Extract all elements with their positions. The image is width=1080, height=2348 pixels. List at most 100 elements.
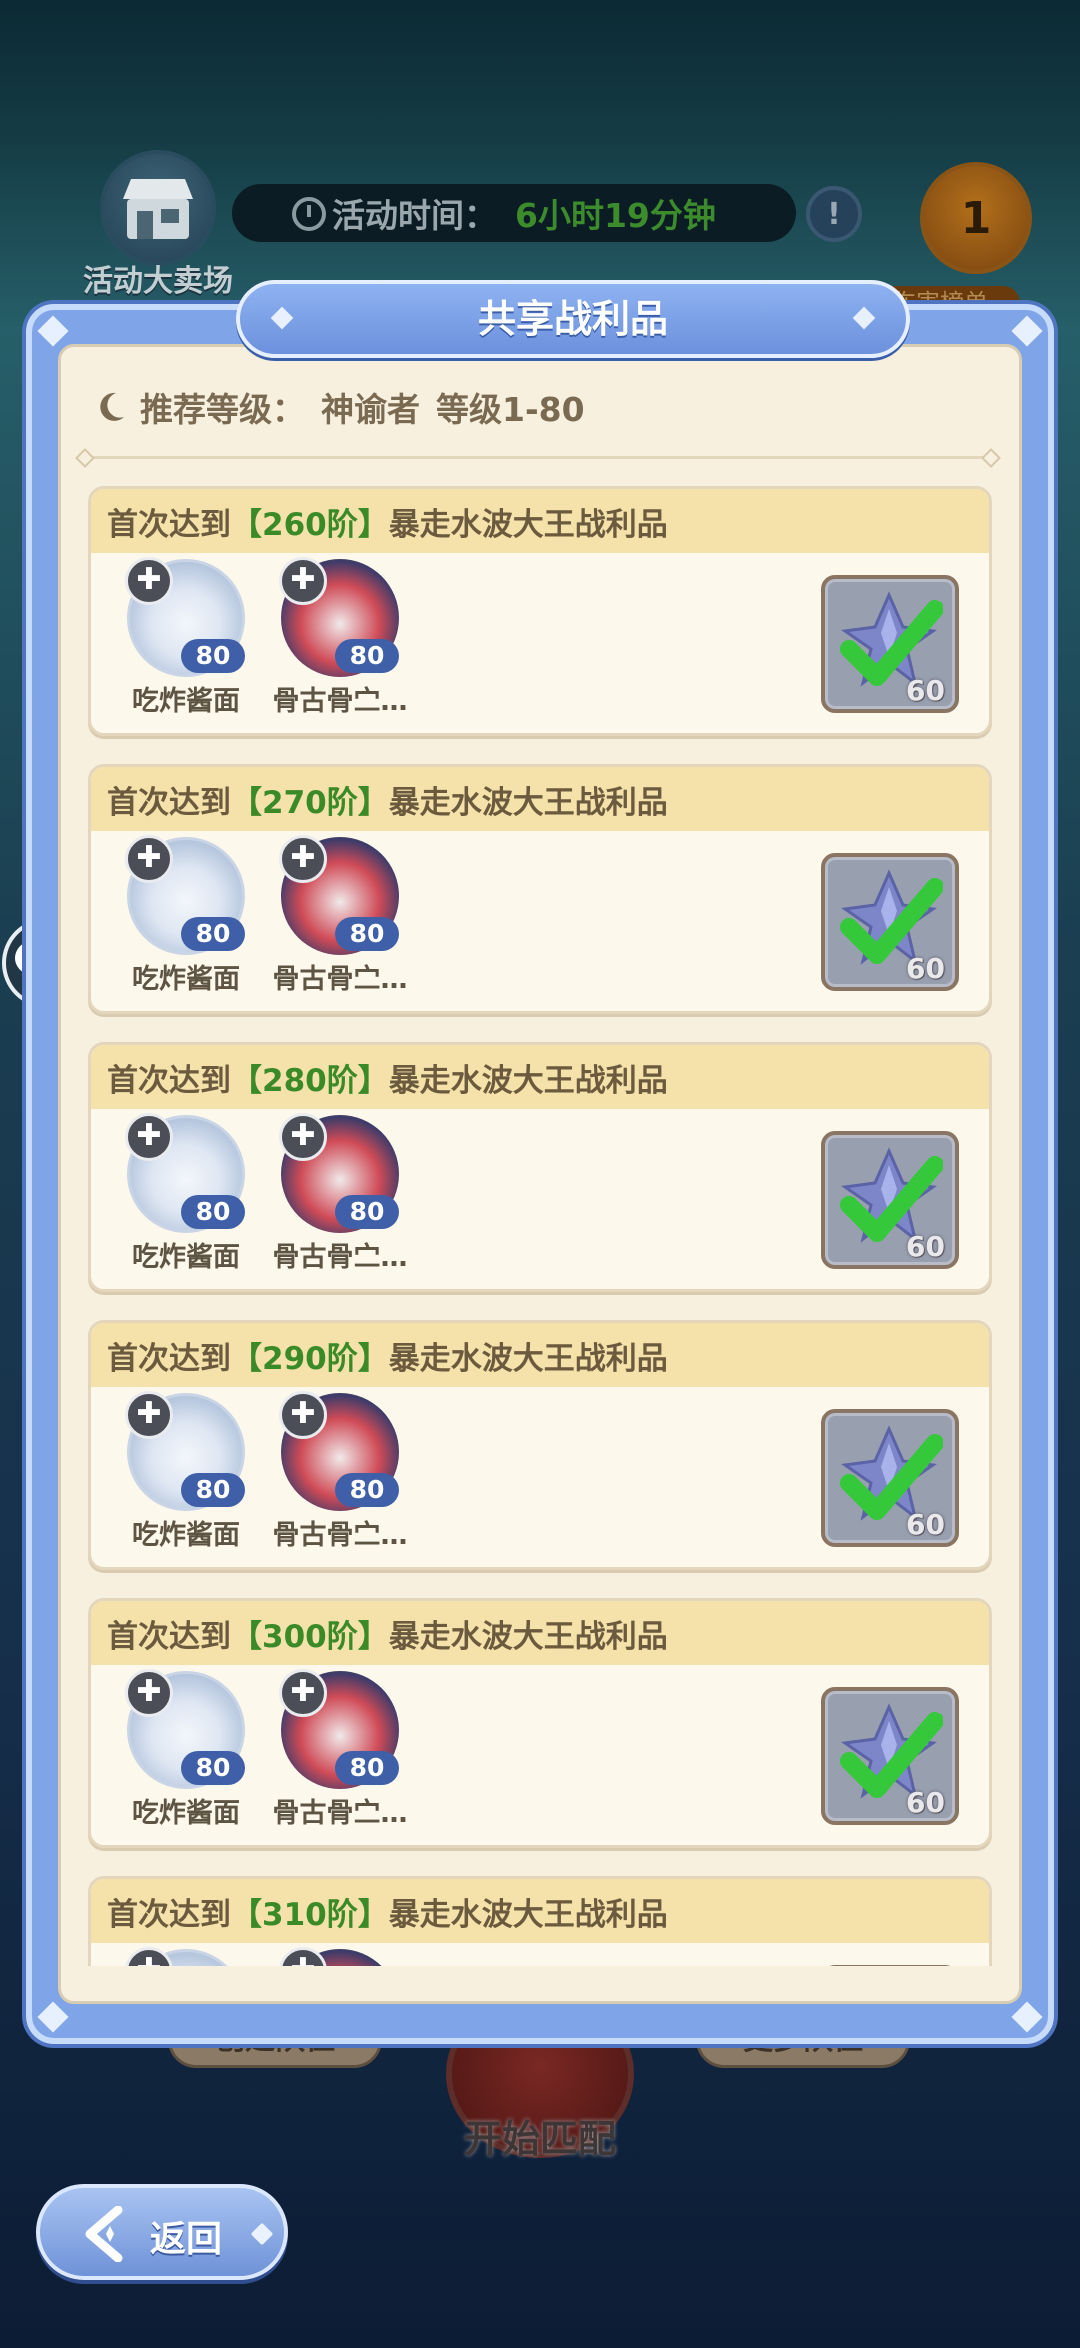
level-class: 神谕者 [321,390,420,429]
avatar: ✚ 80 [279,835,399,955]
tier-label: 【310阶】 [231,1896,389,1933]
team-member[interactable]: ✚ 80 吃炸酱面 [111,1391,261,1552]
avatar: ✚ 80 [125,1669,245,1789]
shop-button[interactable]: 活动大卖场 [78,150,238,300]
clock-icon [292,197,326,231]
ranking-icon[interactable]: 1 [920,162,1032,274]
tier-label: 【300阶】 [231,1618,389,1655]
sparkle-icon [852,306,876,330]
reward-item[interactable]: 60 [821,575,959,713]
avatar: ✚ 80 [279,1669,399,1789]
reward-card-title: 首次达到 【260阶】 暴走水波大王战利品 [91,489,989,553]
team-members: ✚ 80 吃炸酱面 ✚ 80 骨古骨㝉… [111,1113,419,1274]
class-emblem-icon: ✚ [125,1391,173,1439]
title-suffix: 暴走水波大王战利品 [388,784,668,821]
divider [84,456,992,459]
team-member[interactable]: ✚ 80 骨古骨㝉… [265,1113,415,1274]
team-member[interactable]: ✚ 80 骨古骨㝉… [265,835,415,996]
reward-card-title: 首次达到 【290阶】 暴走水波大王战利品 [91,1323,989,1387]
dialog-title: 共享战利品 [236,280,910,358]
sparkle-icon [270,306,294,330]
reward-card: 首次达到 【260阶】 暴走水波大王战利品 ✚ 80 吃炸酱面 ✚ 80 骨古骨… [88,486,992,736]
class-emblem-icon: ✚ [125,1947,173,1966]
member-level: 80 [335,1195,399,1229]
member-name: 骨古骨㝉… [272,1520,408,1551]
moon-icon [100,392,124,421]
class-emblem-icon: ✚ [279,1113,327,1161]
recommended-level: 推荐等级： 神谕者 等级1-80 [96,384,585,430]
corner-star-icon [37,315,69,347]
member-name: 吃炸酱面 [132,964,240,995]
corner-star-icon [1011,2001,1043,2033]
team-members: ✚ 80 吃炸酱面 ✚ 80 骨古骨㝉… [111,835,419,996]
corner-star-icon [1011,315,1043,347]
member-name: 吃炸酱面 [132,1520,240,1551]
avatar: ✚ 80 [279,1113,399,1233]
member-name: 吃炸酱面 [132,686,240,717]
team-member[interactable]: ✚ 80 吃炸酱面 [111,557,261,718]
member-name: 骨古骨㝉… [272,1242,408,1273]
class-emblem-icon: ✚ [279,1947,327,1966]
title-prefix: 首次达到 [107,1896,231,1933]
member-name: 吃炸酱面 [132,1798,240,1829]
sparkle-icon [250,2222,274,2246]
team-member[interactable]: ✚ 80 骨古骨㝉… [265,557,415,718]
reward-item[interactable]: 60 [821,1965,959,1966]
reward-card: 首次达到 【300阶】 暴走水波大王战利品 ✚ 80 吃炸酱面 ✚ 80 骨古骨… [88,1598,992,1848]
reward-item[interactable]: 60 [821,1131,959,1269]
team-member[interactable]: ✚ 80 吃炸酱面 [111,1947,261,1966]
team-member[interactable]: ✚ 80 吃炸酱面 [111,835,261,996]
class-emblem-icon: ✚ [279,557,327,605]
exclamation-icon[interactable]: ! [806,186,862,242]
class-emblem-icon: ✚ [125,557,173,605]
title-prefix: 首次达到 [107,1618,231,1655]
member-name: 骨古骨㝉… [272,686,408,717]
team-member[interactable]: ✚ 80 骨古骨㝉… [265,1947,415,1966]
reward-quantity: 60 [906,952,945,985]
back-arrow-icon [85,2206,123,2262]
avatar: ✚ 80 [279,1947,399,1966]
timer-label: 活动时间： [332,196,497,235]
timer-value: 6小时19分钟 [515,196,716,235]
reward-item[interactable]: 60 [821,1687,959,1825]
reward-card-title: 首次达到 【270阶】 暴走水波大王战利品 [91,767,989,831]
avatar: ✚ 80 [125,1113,245,1233]
reward-quantity: 60 [906,674,945,707]
member-level: 80 [335,639,399,673]
reward-item[interactable]: 60 [821,853,959,991]
title-suffix: 暴走水波大王战利品 [388,1062,668,1099]
reward-quantity: 60 [906,1508,945,1541]
avatar: ✚ 80 [125,835,245,955]
event-timer: 活动时间： 6小时19分钟 [232,184,796,242]
class-emblem-icon: ✚ [279,835,327,883]
avatar: ✚ 80 [125,1391,245,1511]
reward-list[interactable]: 首次达到 【260阶】 暴走水波大王战利品 ✚ 80 吃炸酱面 ✚ 80 骨古骨… [80,486,1000,1966]
team-members: ✚ 80 吃炸酱面 ✚ 80 骨古骨㝉… [111,1391,419,1552]
member-level: 80 [181,1473,245,1507]
team-member[interactable]: ✚ 80 骨古骨㝉… [265,1391,415,1552]
member-name: 骨古骨㝉… [272,1798,408,1829]
member-name: 吃炸酱面 [132,1242,240,1273]
member-level: 80 [181,917,245,951]
team-member[interactable]: ✚ 80 吃炸酱面 [111,1669,261,1830]
team-members: ✚ 80 吃炸酱面 ✚ 80 骨古骨㝉… [111,1947,419,1966]
title-prefix: 首次达到 [107,1340,231,1377]
dialog-title-text: 共享战利品 [477,297,668,341]
member-name: 骨古骨㝉… [272,964,408,995]
tier-label: 【260阶】 [231,506,389,543]
class-emblem-icon: ✚ [279,1391,327,1439]
shop-icon [100,150,216,266]
member-level: 80 [181,1195,245,1229]
back-label: 返回 [150,2219,223,2260]
avatar: ✚ 80 [125,1947,245,1966]
class-emblem-icon: ✚ [125,1669,173,1717]
class-emblem-icon: ✚ [279,1669,327,1717]
team-member[interactable]: ✚ 80 吃炸酱面 [111,1113,261,1274]
back-button[interactable]: 返回 [36,2184,288,2280]
member-level: 80 [335,1751,399,1785]
member-level: 80 [181,1751,245,1785]
corner-star-icon [37,2001,69,2033]
team-member[interactable]: ✚ 80 骨古骨㝉… [265,1669,415,1830]
reward-card: 首次达到 【270阶】 暴走水波大王战利品 ✚ 80 吃炸酱面 ✚ 80 骨古骨… [88,764,992,1014]
reward-item[interactable]: 60 [821,1409,959,1547]
